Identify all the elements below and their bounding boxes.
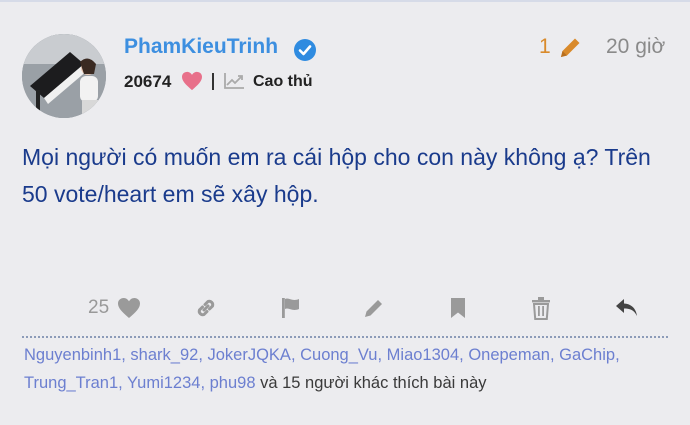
liker-link[interactable]: Nguyenbinh1 bbox=[24, 346, 121, 364]
edit-count[interactable]: 1 bbox=[539, 35, 551, 59]
heart-icon bbox=[182, 71, 202, 91]
likers-suffix[interactable]: và 15 người khác thích bài này bbox=[260, 374, 486, 392]
share-link-action[interactable] bbox=[194, 290, 218, 326]
flag-action[interactable] bbox=[279, 290, 303, 326]
edit-action[interactable] bbox=[362, 290, 386, 326]
liker-link[interactable]: GaChip bbox=[559, 346, 615, 364]
heart-icon[interactable] bbox=[117, 297, 141, 319]
pencil-icon[interactable] bbox=[362, 296, 386, 320]
avatar-image bbox=[22, 34, 106, 118]
liker-link[interactable]: Cuong_Vu bbox=[300, 346, 377, 364]
trend-chart-icon bbox=[224, 73, 244, 89]
likers-divider bbox=[22, 336, 668, 338]
stat-divider bbox=[212, 73, 214, 90]
liker-link[interactable]: phu98 bbox=[210, 374, 256, 392]
post-content: Mọi người có muốn em ra cái hộp cho con … bbox=[22, 144, 651, 207]
likers-list: Nguyenbinh1, shark_92, JokerJQKA, Cuong_… bbox=[24, 346, 620, 392]
like-count: 25 bbox=[88, 297, 110, 318]
liker-link[interactable]: Trung_Tran1 bbox=[24, 374, 118, 392]
username[interactable]: PhamKieuTrinh bbox=[124, 35, 278, 59]
flag-icon[interactable] bbox=[279, 296, 303, 320]
edit-history-pencil-icon[interactable] bbox=[557, 35, 583, 61]
liker-link[interactable]: JokerJQKA bbox=[207, 346, 290, 364]
liker-link[interactable]: shark_92 bbox=[130, 346, 198, 364]
liker-link[interactable]: Onepeman bbox=[468, 346, 550, 364]
bookmark-action[interactable] bbox=[447, 290, 469, 326]
trash-icon[interactable] bbox=[530, 296, 552, 320]
likes-received-count: 20674 bbox=[124, 72, 172, 91]
liker-link[interactable]: Miao1304 bbox=[387, 346, 459, 364]
bookmark-icon[interactable] bbox=[447, 296, 469, 320]
user-rank: Cao thủ bbox=[253, 73, 313, 90]
like-action[interactable]: 25 bbox=[88, 290, 141, 326]
verified-badge-icon bbox=[294, 39, 316, 61]
post-timestamp[interactable]: 20 giờ bbox=[606, 35, 665, 59]
link-icon[interactable] bbox=[194, 296, 218, 320]
post-actions: 25 bbox=[0, 290, 690, 326]
avatar[interactable] bbox=[22, 34, 106, 118]
delete-action[interactable] bbox=[530, 290, 552, 326]
reply-icon[interactable] bbox=[614, 297, 640, 319]
liker-link[interactable]: Yumi1234 bbox=[127, 374, 200, 392]
top-divider bbox=[0, 0, 690, 2]
reply-action[interactable] bbox=[614, 290, 640, 326]
